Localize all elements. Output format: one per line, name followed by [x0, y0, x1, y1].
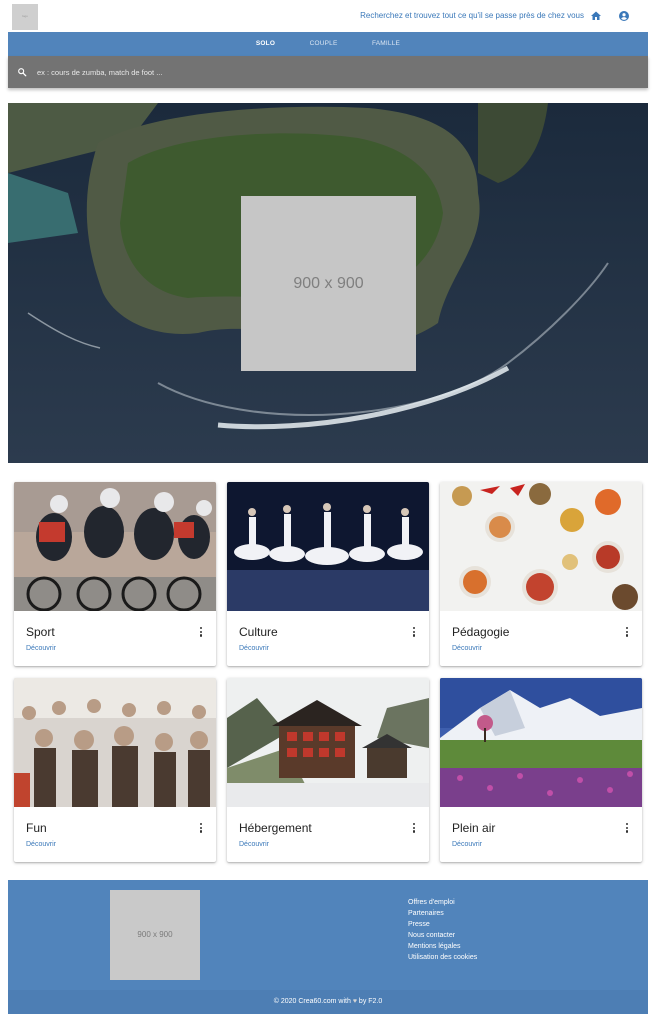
home-icon[interactable] — [590, 10, 602, 22]
card-title: Pédagogie — [452, 625, 510, 639]
card-image-plein-air — [440, 678, 642, 807]
category-card-plein-air[interactable]: Plein air Découvrir — [440, 678, 642, 862]
hero-placeholder: 900 x 900 — [241, 196, 416, 371]
card-title: Sport — [26, 625, 55, 639]
copyright-bar: © 2020 Crea60.com with ♥ by F2.0 — [8, 990, 648, 1014]
footer-link-presse[interactable]: Presse — [408, 919, 477, 930]
more-vert-icon[interactable] — [199, 627, 203, 638]
discover-link[interactable]: Découvrir — [239, 841, 269, 848]
footer-link-cookies[interactable]: Utilisation des cookies — [408, 952, 477, 963]
top-bar: logo Recherchez et trouvez tout ce qu'il… — [8, 0, 648, 32]
category-card-culture[interactable]: Culture Découvrir — [227, 482, 429, 666]
audience-tabs: SOLO COUPLE FAMILLE — [8, 32, 648, 56]
card-image-fun — [14, 678, 216, 807]
discover-link[interactable]: Découvrir — [239, 645, 269, 652]
more-vert-icon[interactable] — [412, 823, 416, 834]
search-icon — [17, 67, 27, 77]
card-image-sport — [14, 482, 216, 611]
hero-banner: 900 x 900 — [8, 103, 648, 463]
search-bar — [8, 56, 648, 88]
footer-link-partenaires[interactable]: Partenaires — [408, 908, 477, 919]
footer: 900 x 900 Offres d'emploi Partenaires Pr… — [8, 880, 648, 990]
discover-link[interactable]: Découvrir — [452, 841, 482, 848]
tagline: Recherchez et trouvez tout ce qu'il se p… — [360, 11, 584, 20]
category-card-pedagogie[interactable]: Pédagogie Découvrir — [440, 482, 642, 666]
footer-link-offres-emploi[interactable]: Offres d'emploi — [408, 897, 477, 908]
category-card-hebergement[interactable]: Hébergement Découvrir — [227, 678, 429, 862]
account-circle-icon[interactable] — [618, 10, 630, 22]
card-title: Hébergement — [239, 821, 312, 835]
more-vert-icon[interactable] — [625, 823, 629, 834]
card-title: Culture — [239, 625, 278, 639]
discover-link[interactable]: Découvrir — [26, 841, 56, 848]
more-vert-icon[interactable] — [199, 823, 203, 834]
search-input[interactable] — [37, 64, 627, 80]
card-title: Plein air — [452, 821, 496, 835]
discover-link[interactable]: Découvrir — [452, 645, 482, 652]
card-image-pedagogie — [440, 482, 642, 611]
copyright-prefix: © 2020 Crea60.com with — [273, 998, 351, 1005]
card-image-hebergement — [227, 678, 429, 807]
more-vert-icon[interactable] — [625, 627, 629, 638]
tab-solo[interactable]: SOLO — [256, 32, 275, 56]
footer-links: Offres d'emploi Partenaires Presse Nous … — [408, 897, 477, 963]
footer-link-mentions-legales[interactable]: Mentions légales — [408, 941, 477, 952]
card-image-culture — [227, 482, 429, 611]
card-title: Fun — [26, 821, 47, 835]
footer-placeholder-label: 900 x 900 — [137, 930, 173, 939]
heart-icon: ♥ — [352, 998, 357, 1005]
tab-famille[interactable]: FAMILLE — [372, 32, 400, 56]
hero-placeholder-label: 900 x 900 — [293, 275, 364, 292]
logo[interactable]: logo — [12, 4, 38, 30]
category-card-fun[interactable]: Fun Découvrir — [14, 678, 216, 862]
copyright-suffix: by F2.0 — [358, 998, 383, 1005]
logo-text: logo — [22, 14, 28, 18]
category-card-sport[interactable]: Sport Découvrir — [14, 482, 216, 666]
discover-link[interactable]: Découvrir — [26, 645, 56, 652]
tab-couple[interactable]: COUPLE — [310, 32, 338, 56]
more-vert-icon[interactable] — [412, 627, 416, 638]
footer-placeholder: 900 x 900 — [110, 890, 200, 980]
footer-link-contact[interactable]: Nous contacter — [408, 930, 477, 941]
